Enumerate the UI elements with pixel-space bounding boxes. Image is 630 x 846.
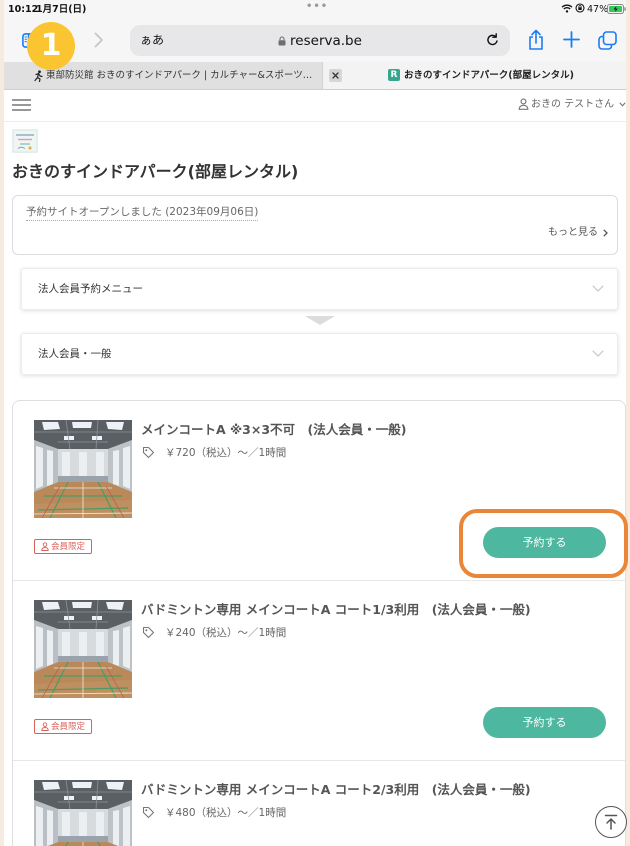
url-text: reserva.be [290,32,362,49]
more-label: もっと見る [548,227,598,238]
menu-dropdown-corporate[interactable]: 法人会員予約メニュー [21,268,618,310]
battery-charging-icon [607,4,626,14]
lock-icon [278,35,286,46]
more-link[interactable]: もっと見る [548,226,608,239]
menu-dropdown-category[interactable]: 法人会員・一般 [21,333,618,375]
wifi-icon [561,4,573,13]
multitask-dots[interactable]: ••• [306,1,328,12]
user-menu[interactable]: おきの テストさん [531,98,614,111]
chevron-down-icon [592,285,604,292]
address-bar[interactable]: ぁあ reserva.be [130,25,510,56]
reserve-button[interactable]: 予約する [483,707,606,738]
reserva-favicon: R [388,69,400,81]
page-title: おきのすインドアパーク(部屋レンタル) [12,162,299,181]
plan-price: ￥240（税込）〜／1時間 [165,627,287,639]
close-tab-icon[interactable] [329,69,342,82]
menu-dropdown-label: 法人会員予約メニュー [38,283,143,295]
reload-icon[interactable] [486,33,499,47]
notice-box: 予約サイトオープンしました (2023年09月06日) もっと見る [12,195,618,255]
price-tag-icon [142,446,155,459]
plan-list: メインコートA ※3×3不可 (法人会員・一般) ￥720（税込）〜／1時間 会… [12,400,626,846]
user-icon[interactable] [518,98,529,110]
browser-tab-2[interactable]: R おきのすインドアパーク(部屋レンタル) [322,62,626,90]
chevron-down-icon[interactable] [619,102,626,107]
header-divider [4,121,626,122]
menu-connector-arrow [305,316,335,325]
tabs-overview-icon[interactable] [598,31,617,50]
badge-label: 会員限定 [50,541,85,552]
badge-label: 会員限定 [50,721,85,732]
person-icon [41,722,49,731]
hamburger-menu-icon[interactable] [12,99,31,111]
members-only-badge: 会員限定 [34,719,92,734]
url-display[interactable]: reserva.be [130,25,510,56]
plan-title[interactable]: バドミントン専用 メインコートA コート1/3利用 (法人会員・一般) [141,602,531,618]
runner-icon [32,70,44,82]
price-tag-icon [142,806,155,819]
status-date: 1月7日(日) [36,4,87,15]
battery-percent: 47% [587,4,609,15]
share-icon[interactable] [527,29,545,51]
plan-photo[interactable] [34,780,132,846]
tab-1-title: 東部防災館 おきのすインドアパーク | カルチャー&スポーツ… [46,70,313,81]
site-logo[interactable] [12,129,38,153]
notice-link[interactable]: 予約サイトオープンしました (2023年09月06日) [26,206,259,221]
forward-icon[interactable] [94,32,104,48]
plan-price: ￥720（税込）〜／1時間 [165,447,287,459]
plan-photo[interactable] [34,600,132,698]
plan-title[interactable]: バドミントン専用 メインコートA コート2/3利用 (法人会員・一般) [141,782,531,798]
new-tab-icon[interactable] [563,31,580,48]
orientation-lock-icon [575,3,585,13]
chevron-right-icon [603,228,608,237]
step-marker: 1 [27,22,75,70]
plan-title[interactable]: メインコートA ※3×3不可 (法人会員・一般) [141,422,406,438]
plan-photo[interactable] [34,420,132,518]
arrow-up-to-line-icon [604,814,618,830]
chevron-down-icon [592,350,604,357]
scroll-to-top-button[interactable] [595,806,627,838]
plan-item: バドミントン専用 メインコートA コート2/3利用 (法人会員・一般) ￥480… [13,761,625,846]
status-time: 10:12 [8,4,39,15]
price-tag-icon [142,626,155,639]
members-only-badge: 会員限定 [34,539,92,554]
menu-dropdown-label: 法人会員・一般 [38,348,112,360]
plan-item: バドミントン専用 メインコートA コート1/3利用 (法人会員・一般) ￥240… [13,581,625,761]
plan-price: ￥480（税込）〜／1時間 [165,807,287,819]
tab-2-title: おきのすインドアパーク(部屋レンタル) [404,70,574,81]
person-icon [41,542,49,551]
highlight-frame [459,509,628,578]
